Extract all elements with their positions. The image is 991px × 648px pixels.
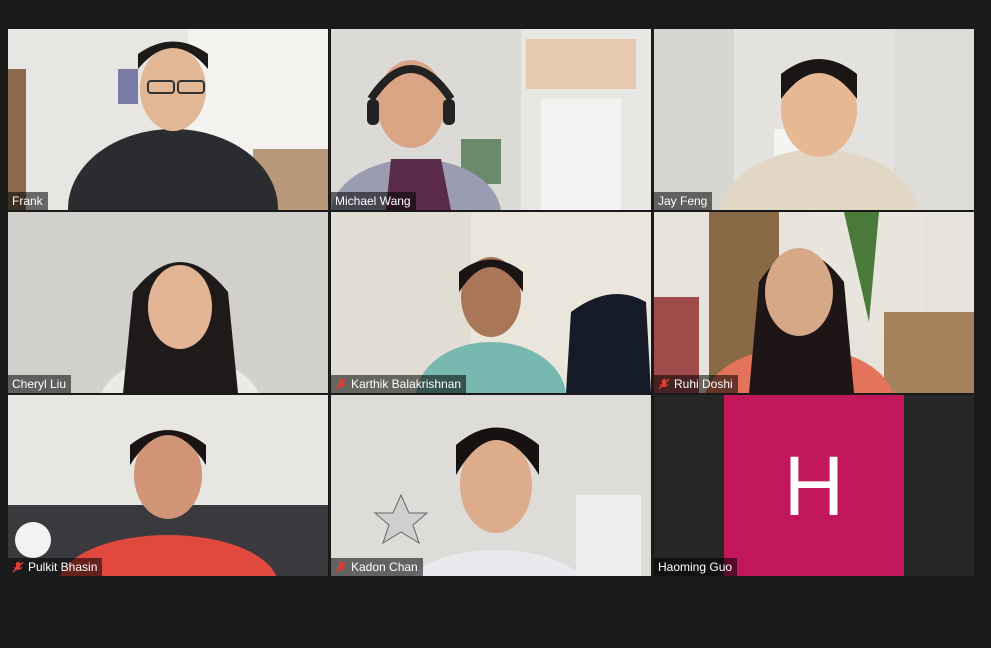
name-label: Haoming Guo [654,558,738,576]
name-label: Kadon Chan [331,558,423,576]
video-tile-michael-wang[interactable]: Michael Wang [331,29,651,210]
video-tile-pulkit-bhasin[interactable]: Pulkit Bhasin [8,395,328,576]
participant-name: Michael Wang [335,194,411,208]
muted-microphone-icon [335,378,347,390]
name-label: Michael Wang [331,192,416,210]
name-label: Jay Feng [654,192,713,210]
name-label: Ruhi Doshi [654,375,738,393]
muted-microphone-icon [12,561,24,573]
participant-name: Pulkit Bhasin [28,560,98,574]
participant-name: Cheryl Liu [12,377,67,391]
video-tile-ruhi-doshi[interactable]: Ruhi Doshi [654,212,974,393]
avatar-initial: H [783,438,845,533]
name-label: Pulkit Bhasin [8,558,103,576]
participant-video-karthik-balakrishnan [331,212,651,393]
participant-video-jay-feng [654,29,974,210]
name-label: Cheryl Liu [8,375,72,393]
video-tile-frank[interactable]: Frank [8,29,328,210]
participant-video-cheryl-liu [8,212,328,393]
participant-video-pulkit-bhasin [8,395,328,576]
muted-microphone-icon [335,561,347,573]
participant-video-ruhi-doshi [654,212,974,393]
video-tile-karthik-balakrishnan[interactable]: Karthik Balakrishnan [331,212,651,393]
participant-name: Ruhi Doshi [674,377,733,391]
participant-name: Jay Feng [658,194,708,208]
muted-microphone-icon [658,378,670,390]
participant-name: Haoming Guo [658,560,733,574]
video-tile-kadon-chan[interactable]: Kadon Chan [331,395,651,576]
avatar: H [724,395,904,576]
video-tile-cheryl-liu[interactable]: Cheryl Liu [8,212,328,393]
participant-name: Frank [12,194,43,208]
participant-video-frank [8,29,328,210]
video-tile-haoming-guo[interactable]: H Haoming Guo [654,395,974,576]
name-label: Karthik Balakrishnan [331,375,467,393]
participant-video-michael-wang [331,29,651,210]
video-gallery-grid: Frank Michael Wang Jay Feng Cheryl Liu K… [0,0,991,648]
video-tile-jay-feng[interactable]: Jay Feng [654,29,974,210]
participant-name: Karthik Balakrishnan [351,377,462,391]
participant-video-kadon-chan [331,395,651,576]
participant-name: Kadon Chan [351,560,418,574]
name-label: Frank [8,192,48,210]
